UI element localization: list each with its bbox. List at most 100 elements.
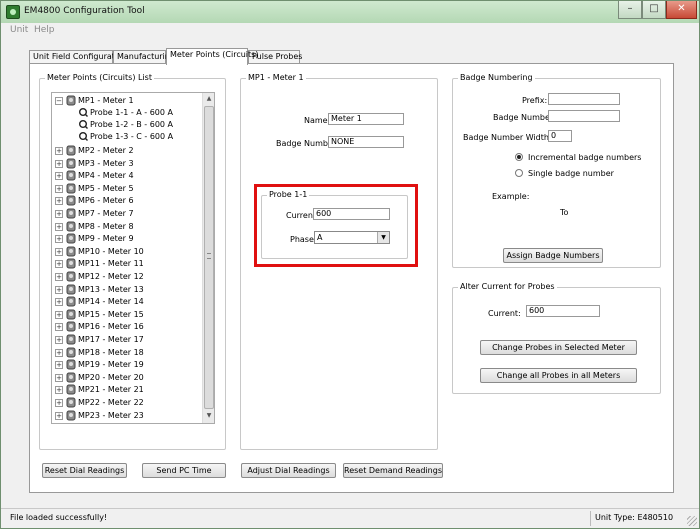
title-bar: EM4800 Configuration Tool – □ ✕	[1, 1, 699, 23]
meter-icon	[66, 271, 76, 282]
expand-icon[interactable]: +	[55, 411, 63, 420]
tree-item-meter[interactable]: + MP16 - Meter 16	[52, 321, 202, 333]
tree-item-meter[interactable]: + MP17 - Meter 17	[52, 334, 202, 346]
tree-item-meter[interactable]: + MP15 - Meter 15	[52, 309, 202, 321]
scroll-up-icon[interactable]: ▲	[203, 93, 214, 105]
tree-item-label: MP6 - Meter 6	[78, 196, 134, 206]
name-input[interactable]: Meter 1	[328, 113, 404, 125]
expand-icon[interactable]: +	[55, 247, 63, 256]
collapse-icon[interactable]: −	[55, 97, 63, 105]
badge-number-input[interactable]: NONE	[328, 136, 404, 148]
highlight-annotation	[254, 184, 418, 267]
tree-item-meter[interactable]: + MP11 - Meter 11	[52, 258, 202, 270]
incremental-radio[interactable]	[515, 153, 523, 161]
expand-icon[interactable]: +	[55, 222, 63, 231]
tree-item-probe[interactable]: Probe 1-3 - C - 600 A	[52, 131, 202, 143]
expand-icon[interactable]: +	[55, 399, 63, 407]
tab-meter-points[interactable]: Meter Points (Circuits)	[166, 48, 258, 65]
tree-item-meter[interactable]: + MP12 - Meter 12	[52, 271, 202, 283]
expand-icon[interactable]: +	[55, 159, 63, 168]
tree-item-label: MP14 - Meter 14	[78, 297, 144, 307]
tree-item-meter[interactable]: + MP8 - Meter 8	[52, 221, 202, 233]
tree-item-mp1[interactable]: − MP1 - Meter 1	[52, 95, 202, 107]
meter-icon	[66, 397, 76, 408]
tree-item-label: MP8 - Meter 8	[78, 221, 134, 231]
menu-unit[interactable]: Unit	[10, 25, 28, 35]
tree-item-meter[interactable]: + MP5 - Meter 5	[52, 183, 202, 195]
close-button[interactable]: ✕	[666, 1, 697, 19]
tree-item-label: MP12 - Meter 12	[78, 272, 144, 281]
expand-icon[interactable]: +	[55, 172, 63, 181]
scroll-down-icon[interactable]: ▼	[203, 410, 214, 422]
tree-item-meter[interactable]: + MP20 - Meter 20	[52, 372, 202, 384]
tree-item-meter[interactable]: + MP6 - Meter 6	[52, 195, 202, 207]
tree-item-meter[interactable]: + MP19 - Meter 19	[52, 359, 202, 371]
tree-item-meter[interactable]: + MP14 - Meter 14	[52, 296, 202, 308]
tree-item-label: MP17 - Meter 17	[78, 335, 144, 344]
meter-icon	[66, 158, 76, 169]
probe-icon	[79, 108, 88, 117]
tree-scrollbar[interactable]: ▲ ▼	[202, 93, 214, 423]
tree-item-probe[interactable]: Probe 1-2 - B - 600 A	[52, 119, 202, 131]
tree-item-meter[interactable]: + MP2 - Meter 2	[52, 145, 202, 157]
tree-item-meter[interactable]: + MP3 - Meter 3	[52, 158, 202, 170]
menu-help[interactable]: Help	[34, 25, 55, 35]
status-divider	[590, 511, 591, 526]
change-all-meters-button[interactable]: Change all Probes in all Meters	[480, 368, 637, 383]
tab-manufacturing[interactable]: Manufacturing	[113, 50, 175, 64]
tree-item-label: Probe 1-3 - C - 600 A	[90, 132, 174, 141]
expand-icon[interactable]: +	[55, 147, 63, 155]
tab-unit-field-configuration[interactable]: Unit Field Configuration	[29, 50, 127, 64]
resize-grip-icon[interactable]	[687, 516, 697, 526]
send-pc-time-button[interactable]: Send PC Time	[142, 463, 226, 478]
expand-icon[interactable]: +	[55, 373, 63, 382]
meter-detail-title: MP1 - Meter 1	[246, 73, 306, 82]
tree-item-meter[interactable]: + MP23 - Meter 23	[52, 410, 202, 422]
meter-icon	[66, 221, 76, 232]
expand-icon[interactable]: +	[55, 361, 63, 370]
expand-icon[interactable]: +	[55, 184, 63, 193]
badge-number-input-2[interactable]	[548, 110, 620, 122]
reset-demand-readings-button[interactable]: Reset Demand Readings	[343, 463, 443, 478]
expand-icon[interactable]: +	[55, 285, 63, 294]
meter-icon	[66, 359, 76, 370]
alter-current-input[interactable]: 600	[526, 305, 600, 317]
tree-item-meter[interactable]: + MP9 - Meter 9	[52, 233, 202, 245]
maximize-button[interactable]: □	[642, 1, 666, 19]
minimize-button[interactable]: –	[618, 1, 642, 19]
assign-badge-numbers-button[interactable]: Assign Badge Numbers	[503, 248, 603, 263]
expand-icon[interactable]: +	[55, 235, 63, 244]
change-selected-meter-button[interactable]: Change Probes in Selected Meter	[480, 340, 637, 355]
expand-icon[interactable]: +	[55, 323, 63, 332]
meter-icon	[66, 296, 76, 307]
tree-item-meter[interactable]: + MP10 - Meter 10	[52, 246, 202, 258]
tree-item-meter[interactable]: + MP18 - Meter 18	[52, 347, 202, 359]
expand-icon[interactable]: +	[55, 310, 63, 319]
meter-list-title: Meter Points (Circuits) List	[45, 73, 154, 82]
tree-item-probe[interactable]: Probe 1-1 - A - 600 A	[52, 107, 202, 119]
expand-icon[interactable]: +	[55, 260, 63, 269]
expand-icon[interactable]: +	[55, 298, 63, 307]
tree-item-meter[interactable]: + MP7 - Meter 7	[52, 208, 202, 220]
expand-icon[interactable]: +	[55, 336, 63, 344]
reset-dial-readings-button[interactable]: Reset Dial Readings	[42, 463, 127, 478]
tree-item-meter[interactable]: + MP22 - Meter 22	[52, 397, 202, 409]
tree-item-meter[interactable]: + MP13 - Meter 13	[52, 284, 202, 296]
expand-icon[interactable]: +	[55, 273, 63, 281]
single-radio[interactable]	[515, 169, 523, 177]
expand-icon[interactable]: +	[55, 197, 63, 206]
meter-tree[interactable]: − MP1 - Meter 1 Probe 1-1 - A - 600 A Pr…	[51, 92, 215, 424]
tree-item-label: MP15 - Meter 15	[78, 309, 144, 319]
expand-icon[interactable]: +	[55, 210, 63, 218]
tree-item-meter[interactable]: + MP4 - Meter 4	[52, 170, 202, 182]
adjust-dial-readings-button[interactable]: Adjust Dial Readings	[241, 463, 336, 478]
expand-icon[interactable]: +	[55, 386, 63, 395]
prefix-input[interactable]	[548, 93, 620, 105]
badge-width-input[interactable]: 0	[548, 130, 572, 142]
scroll-thumb[interactable]	[204, 106, 214, 409]
tree-item-label: MP1 - Meter 1	[78, 96, 134, 105]
unit-type: Unit Type: E480510	[595, 513, 674, 522]
tree-item-meter[interactable]: + MP21 - Meter 21	[52, 384, 202, 396]
expand-icon[interactable]: +	[55, 348, 63, 357]
probe-icon	[79, 132, 88, 141]
